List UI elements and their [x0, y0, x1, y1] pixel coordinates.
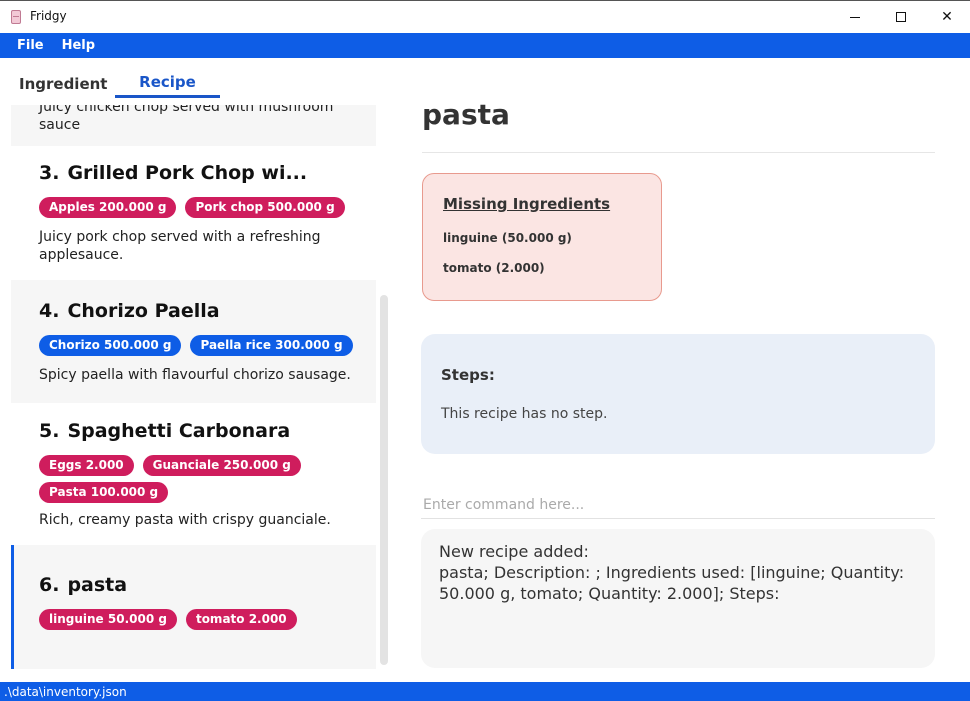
- recipe-number: 6.: [39, 574, 60, 596]
- recipe-tags: Eggs 2.000 Guanciale 250.000 g Pasta 100…: [39, 455, 309, 503]
- maximize-icon: [896, 12, 906, 22]
- missing-ingredient-item: tomato (2.000): [443, 261, 545, 275]
- steps-title: Steps:: [441, 366, 495, 384]
- ingredient-tag: Eggs 2.000: [39, 455, 134, 476]
- result-display: New recipe added: pasta; Description: ; …: [421, 529, 935, 668]
- recipe-description: Spicy paella with flavourful chorizo sau…: [39, 367, 351, 383]
- recipe-description: Rich, creamy pasta with crispy guanciale…: [39, 512, 331, 528]
- result-line: New recipe added:: [439, 542, 589, 561]
- menu-help[interactable]: Help: [62, 38, 95, 53]
- recipe-tags: linguine 50.000 g tomato 2.000: [39, 609, 359, 630]
- tab-bar: Ingredient Recipe: [0, 59, 400, 105]
- maximize-button[interactable]: [878, 1, 924, 33]
- recipe-name: pasta: [67, 574, 128, 596]
- recipe-card[interactable]: 3. Grilled Pork Chop wi... Apples 200.000…: [11, 146, 376, 280]
- recipe-detail-title: pasta: [422, 98, 510, 131]
- recipe-tags: Apples 200.000 g Pork chop 500.000 g: [39, 197, 359, 218]
- steps-box: Steps: This recipe has no step.: [421, 334, 935, 454]
- tab-ingredient[interactable]: Ingredient: [19, 75, 107, 93]
- recipe-title: 4. Chorizo Paella: [39, 300, 220, 322]
- close-button[interactable]: ✕: [924, 1, 970, 33]
- recipe-number: 4.: [39, 300, 60, 322]
- close-icon: ✕: [941, 9, 953, 25]
- missing-ingredients-box: Missing Ingredients linguine (50.000 g) …: [422, 173, 662, 301]
- fridge-app-icon: [11, 10, 21, 24]
- recipe-card[interactable]: 5. Spaghetti Carbonara Eggs 2.000 Guancia…: [11, 403, 376, 545]
- app-window: Fridgy ✕ File Help Ingredient Recipe Jui…: [0, 0, 970, 701]
- menu-file[interactable]: File: [17, 38, 44, 53]
- recipe-name: Grilled Pork Chop wi...: [67, 162, 308, 184]
- missing-ingredients-title: Missing Ingredients: [443, 195, 611, 213]
- title-bar: Fridgy ✕: [0, 1, 970, 33]
- recipe-number: 3.: [39, 162, 60, 184]
- ingredient-tag: linguine 50.000 g: [39, 609, 177, 630]
- missing-ingredient-item: linguine (50.000 g): [443, 231, 572, 245]
- status-bar: .\data\inventory.json: [0, 682, 970, 701]
- recipe-title: 5. Spaghetti Carbonara: [39, 420, 290, 442]
- recipe-card[interactable]: Juicy chicken chop served with mushroom …: [11, 105, 376, 146]
- ingredient-tag: Chorizo 500.000 g: [39, 335, 182, 356]
- recipe-description: Juicy pork chop served with a refreshing…: [39, 229, 321, 263]
- recipe-card[interactable]: 4. Chorizo Paella Chorizo 500.000 g Paell…: [11, 280, 376, 403]
- recipe-title: 6. pasta: [39, 574, 127, 596]
- ingredient-tag: tomato 2.000: [185, 609, 297, 630]
- steps-text: This recipe has no step.: [441, 406, 608, 422]
- divider: [422, 152, 935, 153]
- window-title: Fridgy: [30, 9, 67, 23]
- recipe-number: 5.: [39, 420, 60, 442]
- recipe-tags: Chorizo 500.000 g Paella rice 300.000 g: [39, 335, 359, 356]
- active-tab-indicator: [115, 95, 220, 98]
- tab-recipe[interactable]: Recipe: [115, 73, 220, 91]
- recipe-list[interactable]: Juicy chicken chop served with mushroom …: [0, 105, 392, 670]
- ingredient-tag: Paella rice 300.000 g: [190, 335, 353, 356]
- menu-bar: File Help: [0, 33, 970, 58]
- minimize-button[interactable]: [832, 1, 878, 33]
- recipe-description: Juicy chicken chop served with mushroom …: [39, 105, 334, 133]
- result-line: pasta; Description: ; Ingredients used: …: [439, 563, 905, 603]
- ingredient-tag: Apples 200.000 g: [39, 197, 177, 218]
- recipe-name: Chorizo Paella: [67, 300, 220, 322]
- recipe-name: Spaghetti Carbonara: [67, 420, 291, 442]
- ingredient-tag: Pasta 100.000 g: [39, 482, 169, 503]
- command-input[interactable]: [421, 491, 935, 519]
- status-file-path: .\data\inventory.json: [4, 685, 127, 699]
- list-scrollbar[interactable]: [380, 295, 388, 665]
- ingredient-tag: Pork chop 500.000 g: [185, 197, 345, 218]
- ingredient-tag: Guanciale 250.000 g: [142, 455, 301, 476]
- recipe-card-selected[interactable]: 6. pasta linguine 50.000 g tomato 2.000: [11, 545, 376, 669]
- minimize-icon: [850, 16, 860, 18]
- recipe-title: 3. Grilled Pork Chop wi...: [39, 162, 307, 184]
